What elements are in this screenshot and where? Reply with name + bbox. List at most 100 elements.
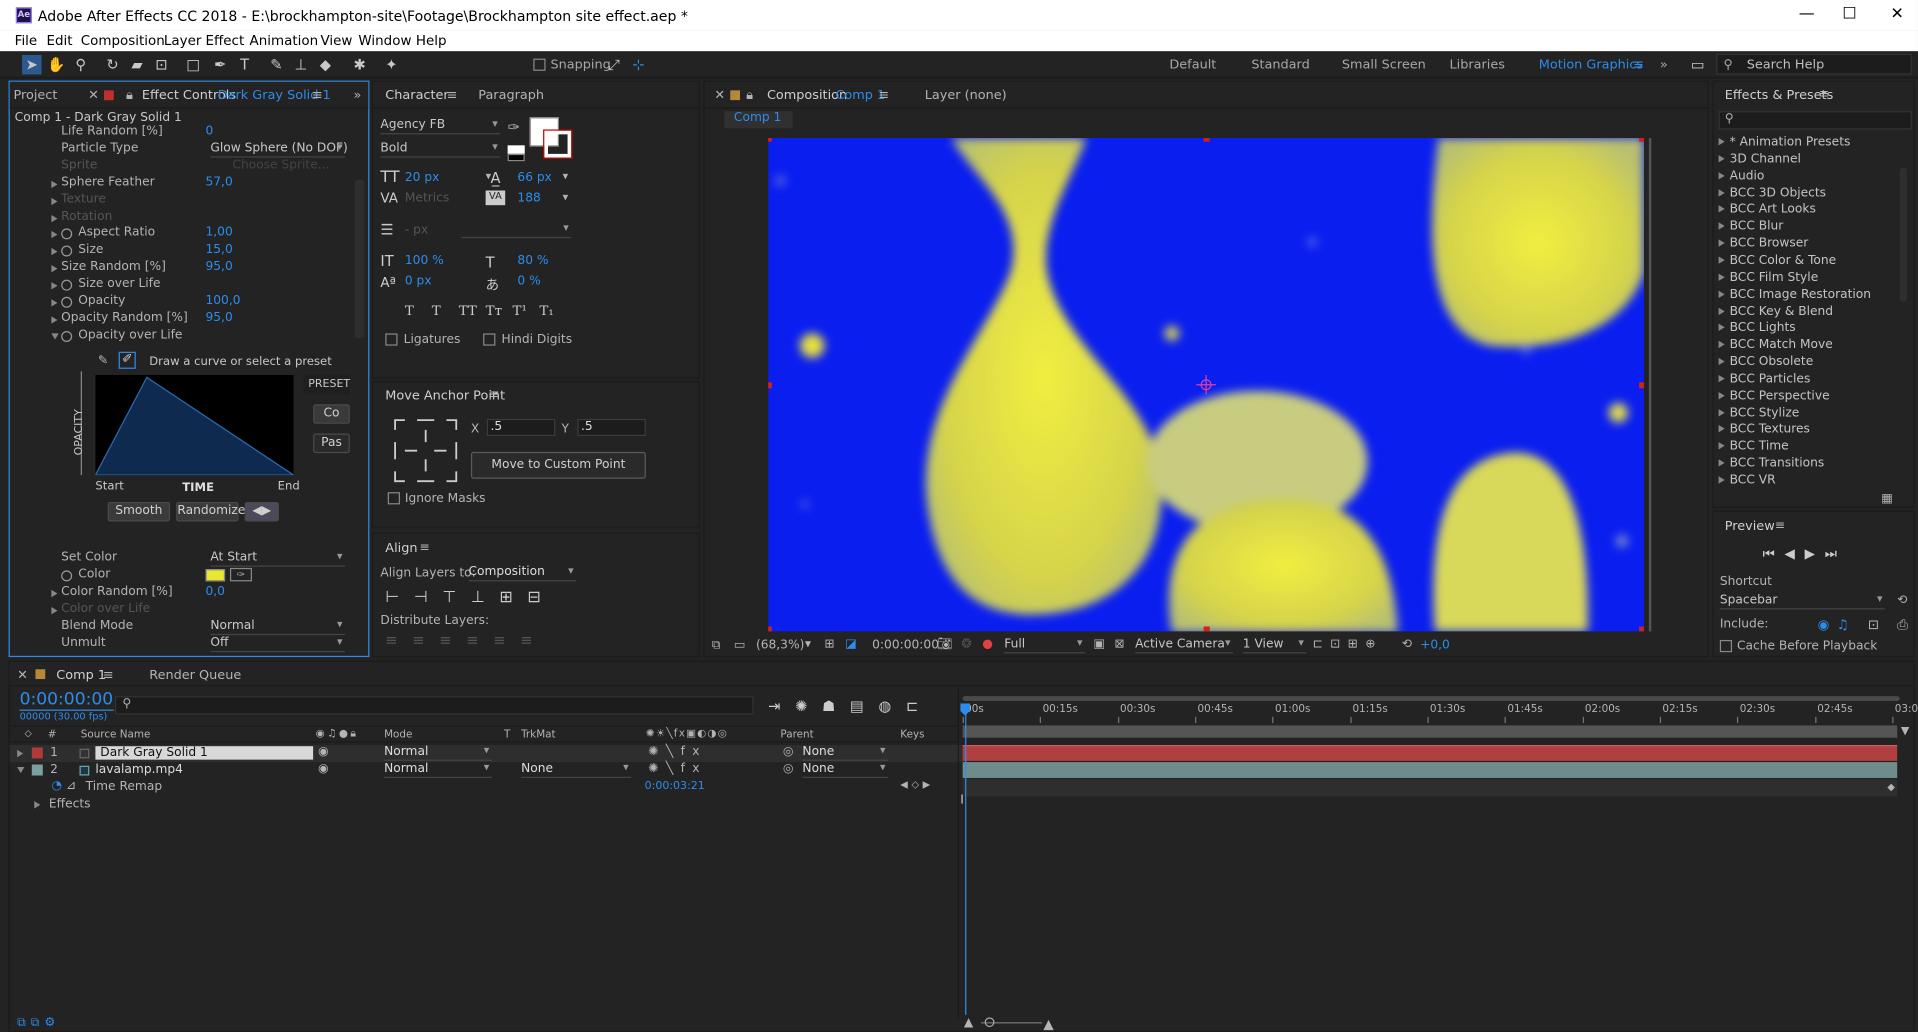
randomize-button[interactable]: Randomize [176,501,245,522]
effects-category-item[interactable]: BCC Color & Tone [1718,254,1836,267]
more-workspaces-icon[interactable]: » [1660,57,1668,72]
expand-triangle-icon[interactable] [51,248,58,256]
expand-triangle-icon[interactable] [1718,442,1725,450]
tracking-value[interactable]: 188 [517,192,540,205]
timeline-switch-icons[interactable]: ⇥✺☗▤◍⊏ [768,697,933,714]
font-family-dropdown[interactable]: Agency FB [380,118,501,135]
layer-parent-dropdown[interactable]: None [802,762,889,778]
text-style-button[interactable]: T [405,303,414,319]
effects-search-input[interactable]: ⚲ [1718,111,1912,130]
expand-triangle-icon[interactable] [1718,273,1725,281]
expand-triangle-icon[interactable] [51,606,58,614]
expand-triangle-icon[interactable] [1718,340,1725,349]
timeline-menu-icon[interactable]: ≡ [103,668,114,683]
visibility-eye-icon[interactable]: ◉ [318,745,329,758]
expand-triangle-icon[interactable] [1718,425,1725,433]
effects-category-item[interactable]: BCC Blur [1718,220,1783,234]
comp-menu-icon[interactable]: ≡ [878,88,889,103]
stroke-width-value[interactable]: - px [405,223,428,236]
table-row[interactable]: 2 lavalamp.mp4 ◉ Normal None ✺╲fx ◎ None [10,762,967,779]
menu-animation[interactable]: Animation [250,33,319,49]
cache-before-playback-checkbox[interactable] [1719,639,1733,653]
comp-viewer[interactable] [768,138,1644,632]
font-size-value[interactable]: 20 px [405,171,439,184]
comp-lock-icon[interactable]: 🔒︎ [746,88,753,104]
menu-layer[interactable]: Layer [164,33,202,49]
effects-category-item[interactable]: 3D Channel [1718,152,1801,166]
effect-prop-dropdown[interactable]: Off [210,636,345,652]
expand-triangle-icon[interactable] [1718,171,1725,180]
text-style-button[interactable]: TT [459,303,477,319]
graph-editor-icon[interactable]: ⊿ [66,779,76,792]
stopwatch-icon[interactable] [61,296,73,308]
clone-stamp-tool-icon[interactable]: ⊥ [291,55,311,75]
layer-expand-icon[interactable] [17,749,24,758]
camera-tool-icon[interactable]: ▰ [127,55,147,75]
expand-triangle-icon[interactable] [1718,324,1725,332]
layer-switches[interactable]: ✺╲fx [648,745,707,758]
rectangle-tool-icon[interactable]: □ [183,55,203,75]
playback-controls[interactable]: ⏮◀▶⏭ [1763,546,1847,563]
effects-category-item[interactable]: BCC Textures [1718,423,1810,437]
layer-trkmat-dropdown[interactable]: None [521,762,632,778]
expand-triangle-icon[interactable] [1718,357,1725,366]
expand-triangle-icon[interactable] [51,231,58,239]
close-comp-icon[interactable]: ✕ [714,88,725,103]
effects-category-item[interactable]: BCC Match Move [1718,339,1833,352]
stopwatch-icon[interactable] [61,245,73,257]
zoom-value[interactable]: (68,3%) [756,639,804,652]
effects-row[interactable]: Effects [10,796,967,813]
maximize-button[interactable]: ☐ [1831,5,1868,27]
zoom-slider-knob[interactable] [984,1017,995,1028]
roto-brush-tool-icon[interactable]: ✱ [350,55,370,75]
effects-category-item[interactable]: BCC Lights [1718,322,1796,335]
keyframe-nav-icons[interactable]: ◀◇▶ [900,779,934,790]
label-column-icon[interactable]: ⬦ [24,728,31,740]
effects-category-item[interactable]: Audio [1718,169,1764,183]
expand-triangle-icon[interactable] [1718,138,1725,146]
effect-prop-value[interactable]: 57,0 [205,175,232,188]
preview-menu-icon[interactable]: ≡ [1775,519,1785,532]
end-keyframe-icon[interactable]: ◆ [1887,782,1895,793]
snap-edges-icon[interactable]: ⤢ [604,55,624,75]
font-style-dropdown[interactable]: Bold [380,142,501,158]
source-name-header[interactable]: Source Name [81,729,151,741]
expand-triangle-icon[interactable] [1718,188,1725,197]
snapshot-icon[interactable]: 📷︎ [937,638,953,651]
expand-triangle-icon[interactable] [1718,476,1725,484]
effect-scrollbar[interactable] [354,179,365,339]
pan-behind-tool-icon[interactable]: ⊡ [152,55,172,75]
eyedropper-icon[interactable]: ✑ [508,118,520,135]
menu-file[interactable]: File [15,33,38,49]
expand-triangle-icon[interactable] [1718,290,1725,298]
stopwatch-icon[interactable] [61,330,73,342]
timeline-search-input[interactable]: ⚲ [114,696,754,715]
layer-label-color[interactable] [31,747,43,759]
search-help-input[interactable]: Search Help [1747,57,1825,72]
time-remap-row[interactable]: ◔ ⊿ Time Remap 0:00:03:21 ◀◇▶ [10,779,967,796]
expand-triangle-icon[interactable] [51,265,58,273]
text-style-button[interactable]: Tт [486,303,502,319]
expand-triangle-icon[interactable] [1718,205,1725,213]
menu-window[interactable]: Window [358,33,411,49]
effects-category-item[interactable]: BCC 3D Objects [1718,186,1826,200]
kerning-value[interactable]: Metrics [405,192,449,205]
current-time-value[interactable]: 0:00:00:00 [872,639,939,652]
text-style-button[interactable]: T [432,303,441,319]
include-extra-icon[interactable]: ⎙ [1897,617,1908,634]
lock-icon[interactable]: 🔒︎ [126,88,133,104]
effect-prop-dropdown[interactable]: Normal [210,619,345,635]
menu-composition[interactable]: Composition [81,33,165,49]
ligatures-checkbox[interactable] [385,333,398,346]
minimize-button[interactable]: — [1788,5,1825,27]
stopwatch-icon[interactable] [61,228,73,240]
character-menu-icon[interactable]: ≡ [446,88,457,103]
stroke-style-dropdown[interactable] [461,222,572,239]
effects-category-item[interactable]: BCC Art Looks [1718,203,1816,217]
mode-header[interactable]: Mode [384,729,412,741]
include-overlay-icon[interactable]: ⊡ [1868,617,1879,633]
monitor-icon[interactable]: ▭ [734,639,746,652]
safe-zones-icon[interactable]: ◪ [845,638,857,651]
timeline-current-time[interactable]: 0:00:00:00 [19,690,114,711]
expand-triangle-icon[interactable] [1718,239,1725,247]
